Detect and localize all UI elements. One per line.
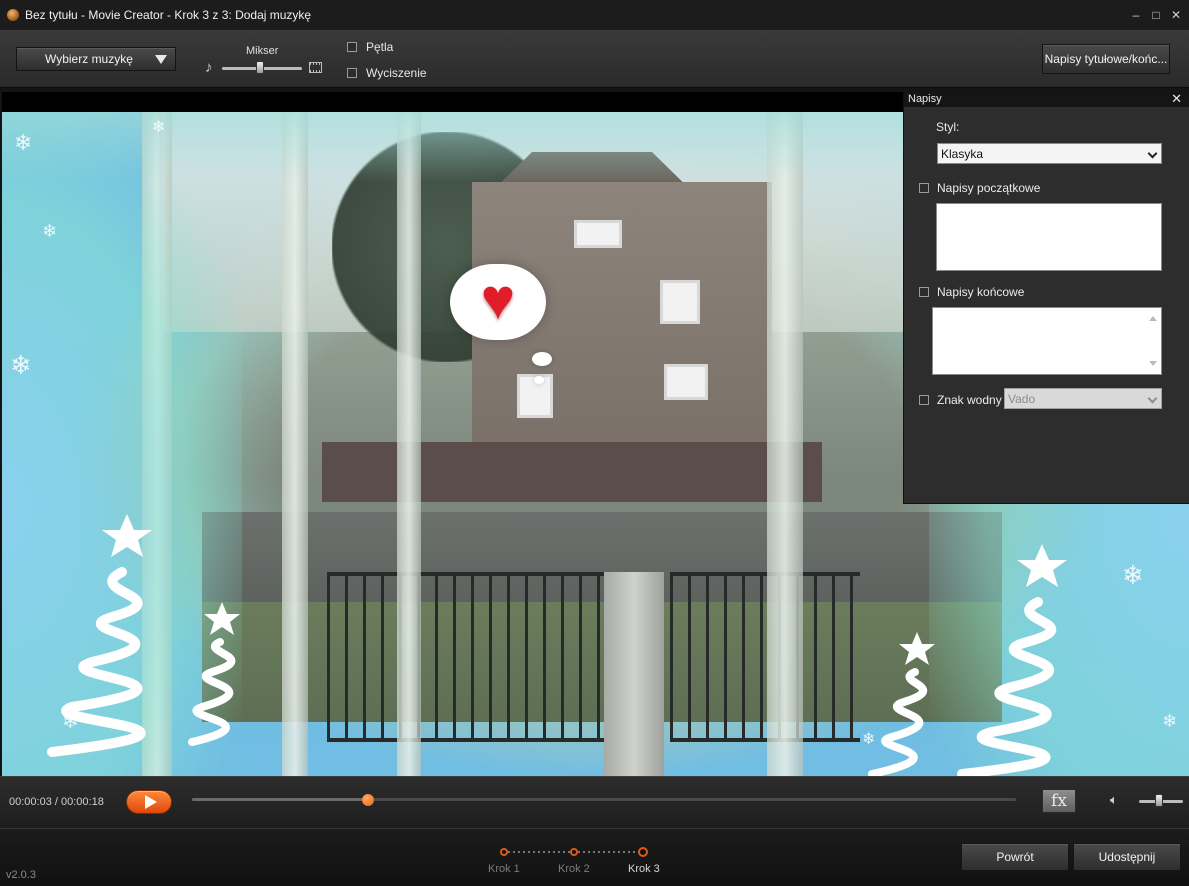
mixer-slider-handle[interactable] — [256, 61, 264, 74]
choose-music-label: Wybierz muzykę — [45, 52, 133, 66]
loop-label: Pętla — [366, 40, 394, 54]
style-label: Styl: — [936, 120, 960, 134]
step-connector — [508, 851, 572, 853]
chevron-down-icon — [1147, 393, 1158, 404]
closing-credits-textarea[interactable] — [932, 307, 1162, 375]
seek-progress — [192, 798, 369, 801]
mute-option[interactable]: Wyciszenie — [347, 66, 427, 80]
back-button[interactable]: Powrót — [961, 843, 1069, 871]
video-window — [660, 280, 700, 324]
captions-panel-header: Napisy ✕ — [904, 91, 1189, 107]
film-icon — [309, 62, 322, 73]
video-trunk — [282, 112, 308, 776]
scroll-down-icon[interactable] — [1149, 361, 1157, 366]
volume-slider-handle[interactable] — [1154, 794, 1163, 807]
video-trunk — [767, 112, 803, 776]
closing-credits-label: Napisy końcowe — [937, 285, 1025, 299]
player-bar: 00:00:03 / 00:00:18 fx 🔈︎ — [0, 776, 1189, 828]
watermark-label: Znak wodny — [937, 393, 1002, 407]
step-3-marker[interactable] — [638, 847, 648, 857]
speaker-icon[interactable]: 🔈︎ — [1110, 792, 1118, 808]
time-readout: 00:00:03 / 00:00:18 — [9, 796, 104, 808]
step-2-label[interactable]: Krok 2 — [558, 863, 590, 875]
style-select-value: Klasyka — [941, 146, 984, 161]
step-1-label[interactable]: Krok 1 — [488, 863, 520, 875]
scroll-up-icon[interactable] — [1149, 316, 1157, 321]
maximize-icon[interactable]: □ — [1151, 8, 1161, 22]
play-button[interactable] — [126, 790, 172, 814]
fx-button[interactable]: fx — [1042, 789, 1076, 813]
seek-handle[interactable] — [362, 794, 375, 806]
video-window — [664, 364, 708, 400]
video-trunk — [397, 112, 421, 776]
snowflake-icon: ❄ — [42, 221, 58, 241]
choose-music-dropdown[interactable]: Wybierz muzykę — [16, 47, 176, 71]
fx-icon: fx — [1051, 791, 1067, 811]
heart-icon: ♥ — [480, 267, 516, 332]
share-button[interactable]: Udostępnij — [1073, 843, 1181, 871]
close-icon[interactable]: ✕ — [1171, 8, 1181, 22]
app-icon — [7, 9, 19, 21]
thought-bubble — [534, 376, 544, 384]
opening-credits-textarea[interactable] — [936, 203, 1162, 271]
step-1-marker[interactable] — [500, 848, 508, 856]
opening-credits-label: Napisy początkowe — [937, 181, 1041, 195]
minimize-icon[interactable]: – — [1131, 8, 1141, 22]
step-2-marker[interactable] — [570, 848, 578, 856]
titles-credits-button[interactable]: Napisy tytułowe/końc... — [1042, 44, 1170, 74]
window-controls: – □ ✕ — [1131, 8, 1181, 22]
style-select[interactable]: Klasyka — [937, 143, 1162, 164]
snowflake-icon: ❄ — [14, 130, 33, 155]
video-pillar — [604, 572, 664, 776]
window-title: Bez tytułu - Movie Creator - Krok 3 z 3:… — [25, 8, 312, 22]
play-icon — [144, 795, 157, 809]
video-gate-right — [670, 572, 860, 742]
step-connector — [578, 851, 642, 853]
step-3-label[interactable]: Krok 3 — [628, 863, 660, 875]
snowflake-icon: ❄ — [10, 350, 32, 380]
title-bar: Bez tytułu - Movie Creator - Krok 3 z 3:… — [0, 0, 1189, 30]
closing-credits-checkbox[interactable] — [919, 287, 929, 297]
dropdown-arrow-icon — [155, 55, 167, 64]
thought-bubble — [532, 352, 552, 366]
snowflake-icon: ❄ — [152, 119, 166, 136]
loop-option[interactable]: Pętla — [347, 40, 393, 54]
video-window — [574, 220, 622, 248]
watermark-select[interactable]: Vado — [1004, 388, 1162, 409]
captions-panel-title: Napisy — [908, 93, 942, 105]
toolbar: Wybierz muzykę Mikser ♪ Pętla Wyciszenie… — [0, 30, 1189, 88]
christmas-tree-left-icon — [47, 514, 240, 757]
christmas-tree-right-icon — [868, 544, 1067, 776]
watermark-select-value: Vado — [1008, 391, 1036, 406]
mixer-label: Mikser — [246, 45, 279, 57]
watermark-checkbox[interactable] — [919, 395, 929, 405]
close-icon[interactable]: ✕ — [1171, 91, 1182, 107]
opening-credits-checkbox[interactable] — [919, 183, 929, 193]
bottom-bar: v2.0.3 Krok 1 Krok 2 Krok 3 Powrót Udost… — [0, 828, 1189, 886]
loop-checkbox[interactable] — [347, 42, 357, 52]
heart-sticker[interactable]: ♥ — [450, 264, 546, 340]
video-gate-left — [327, 572, 607, 742]
captions-panel: Napisy ✕ Styl: Klasyka Napisy początkowe… — [903, 91, 1189, 504]
mute-label: Wyciszenie — [366, 66, 427, 80]
version-label: v2.0.3 — [6, 869, 36, 881]
chevron-down-icon — [1147, 148, 1158, 159]
music-note-icon: ♪ — [205, 59, 213, 76]
mute-checkbox[interactable] — [347, 68, 357, 78]
